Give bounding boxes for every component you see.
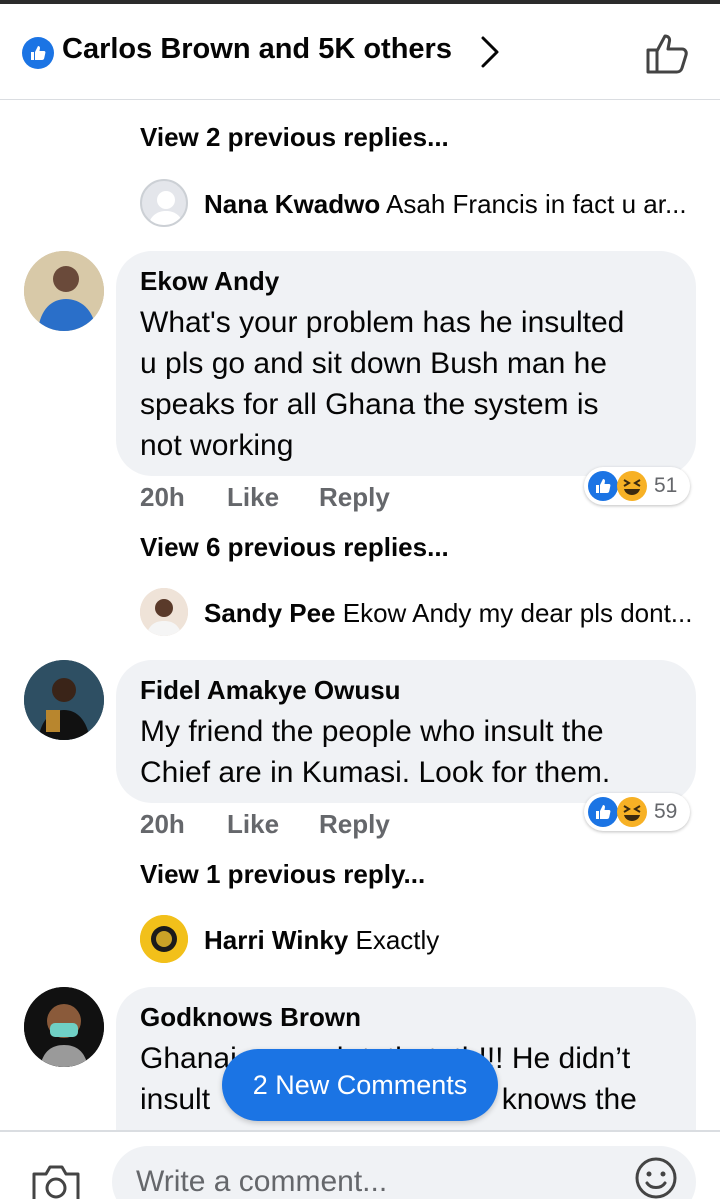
comment-author[interactable]: Godknows Brown [140, 1002, 361, 1033]
reply-author[interactable]: Harri Winky [204, 925, 348, 955]
like-reaction-icon [588, 471, 618, 501]
comment-timestamp: 20h [140, 809, 185, 839]
comment-text: My friend the people who insult the Chie… [140, 715, 611, 789]
reaction-summary[interactable]: 51 [584, 467, 690, 505]
smiley-face-icon[interactable] [634, 1156, 678, 1199]
reactions-summary[interactable]: Carlos Brown and 5K others [62, 33, 452, 66]
avatar[interactable] [140, 179, 188, 227]
reply-author[interactable]: Nana Kwadwo [204, 189, 380, 219]
new-comments-button[interactable]: 2 New Comments [222, 1049, 498, 1121]
comment-text: What's your problem has he insulted u pl… [140, 306, 625, 462]
view-previous-replies[interactable]: View 2 previous replies... [140, 122, 449, 153]
avatar[interactable] [140, 588, 188, 636]
reaction-count: 51 [654, 474, 678, 497]
comment-composer [0, 1130, 720, 1199]
reply-preview[interactable]: Sandy Pee Ekow Andy my dear pls dont... [204, 598, 692, 629]
comment-input[interactable] [112, 1146, 696, 1199]
like-badge-icon [22, 37, 54, 69]
reply-text: Asah Francis in fact u ar... [386, 189, 687, 219]
avatar[interactable] [24, 660, 104, 740]
comment-timestamp: 20h [140, 482, 185, 512]
reply-preview[interactable]: Nana Kwadwo Asah Francis in fact u ar... [204, 189, 687, 220]
haha-reaction-icon [616, 796, 648, 828]
thumbs-up-outline-icon[interactable] [644, 30, 692, 81]
reactions-header[interactable]: Carlos Brown and 5K others [0, 4, 720, 100]
reaction-summary[interactable]: 59 [584, 793, 690, 831]
reaction-count: 59 [654, 800, 678, 823]
avatar[interactable] [140, 915, 188, 963]
like-button[interactable]: Like [227, 809, 279, 840]
comment-author[interactable]: Fidel Amakye Owusu [140, 675, 401, 706]
view-previous-replies[interactable]: View 6 previous replies... [140, 532, 449, 563]
comment-author[interactable]: Ekow Andy [140, 266, 279, 297]
view-previous-replies[interactable]: View 1 previous reply... [140, 859, 425, 890]
like-reaction-icon [588, 797, 618, 827]
camera-icon[interactable] [30, 1164, 82, 1199]
chevron-right-icon[interactable] [478, 34, 502, 75]
avatar[interactable] [24, 987, 104, 1067]
haha-reaction-icon [616, 470, 648, 502]
avatar[interactable] [24, 251, 104, 331]
reply-preview[interactable]: Harri Winky Exactly [204, 925, 439, 956]
reply-text: Ekow Andy my dear pls dont... [342, 598, 693, 628]
reply-author[interactable]: Sandy Pee [204, 598, 336, 628]
reply-button[interactable]: Reply [319, 482, 390, 513]
like-button[interactable]: Like [227, 482, 279, 513]
reply-button[interactable]: Reply [319, 809, 390, 840]
reply-text: Exactly [355, 925, 440, 955]
